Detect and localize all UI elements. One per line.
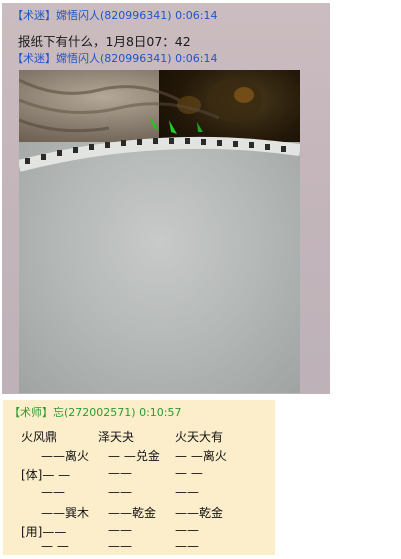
chat-block-bottom: 【术师】忘(272002571) 0:10:57 火风鼎 泽天夬 火天大有 ——… <box>3 400 275 555</box>
hexagram-line: —— <box>108 485 132 499</box>
hexagram-line: —— <box>108 523 132 537</box>
chat-block-top: 【术迷】嫦悟闪人(820996341) 0:06:14 报纸下有什么，1月8日0… <box>2 3 330 394</box>
hexagram-line: —— <box>175 485 199 499</box>
sender-name[interactable]: 嫦悟闪人(820996341) <box>56 9 172 22</box>
hexagram-row: — — —— —— <box>3 539 275 559</box>
message-photo[interactable] <box>19 70 300 393</box>
hexagram-line: — — <box>41 539 69 553</box>
hexagram-line: —— <box>175 523 199 537</box>
hexagram-row: 火风鼎 泽天夬 火天大有 <box>3 428 275 448</box>
photo-details <box>19 78 300 172</box>
message-header: 【术迷】嫦悟闪人(820996341) 0:06:14 <box>12 50 217 66</box>
user-tag: 【术迷】 <box>12 9 56 22</box>
hexagram-row: [体]— — —— — — <box>3 466 275 486</box>
hexagram-name: 火风鼎 <box>21 430 58 444</box>
hexagram-row: ——巽木 ——乾金 ——乾金 <box>3 504 275 524</box>
hexagram-line: [体]— — <box>21 468 71 482</box>
hexagram-name: 火天大有 <box>175 430 224 444</box>
sender-name[interactable]: 忘(272002571) <box>53 406 136 419</box>
hexagram-line: ——乾金 <box>175 506 224 520</box>
hexagram-line: —— <box>175 539 199 553</box>
hexagram-line: —— <box>41 485 65 499</box>
sender-name[interactable]: 嫦悟闪人(820996341) <box>56 52 172 65</box>
hexagram-line: —— <box>108 466 132 480</box>
hexagram-line: — —离火 <box>175 449 227 463</box>
hexagram-line: [用]—— <box>21 525 67 539</box>
hexagram-line: — — <box>175 466 203 480</box>
message-header: 【术迷】嫦悟闪人(820996341) 0:06:14 <box>12 7 217 23</box>
message-text: 报纸下有什么，1月8日07：42 <box>18 34 191 49</box>
message-time: 0:10:57 <box>139 406 182 419</box>
message-time: 0:06:14 <box>175 9 218 22</box>
hexagram-line: ——巽木 <box>41 506 90 520</box>
hexagram-line: — —兑金 <box>108 449 160 463</box>
hexagram-line: —— <box>108 539 132 553</box>
message-header: 【术师】忘(272002571) 0:10:57 <box>9 404 181 420</box>
user-tag: 【术师】 <box>9 406 53 419</box>
hexagram-name: 泽天夬 <box>98 430 135 444</box>
message-time: 0:06:14 <box>175 52 218 65</box>
user-tag: 【术迷】 <box>12 52 56 65</box>
hexagram-line: ——乾金 <box>108 506 157 520</box>
hexagram-row: —— —— —— <box>3 485 275 505</box>
hexagram-row: ——离火 — —兑金 — —离火 <box>3 447 275 467</box>
hexagram-line: ——离火 <box>41 449 90 463</box>
